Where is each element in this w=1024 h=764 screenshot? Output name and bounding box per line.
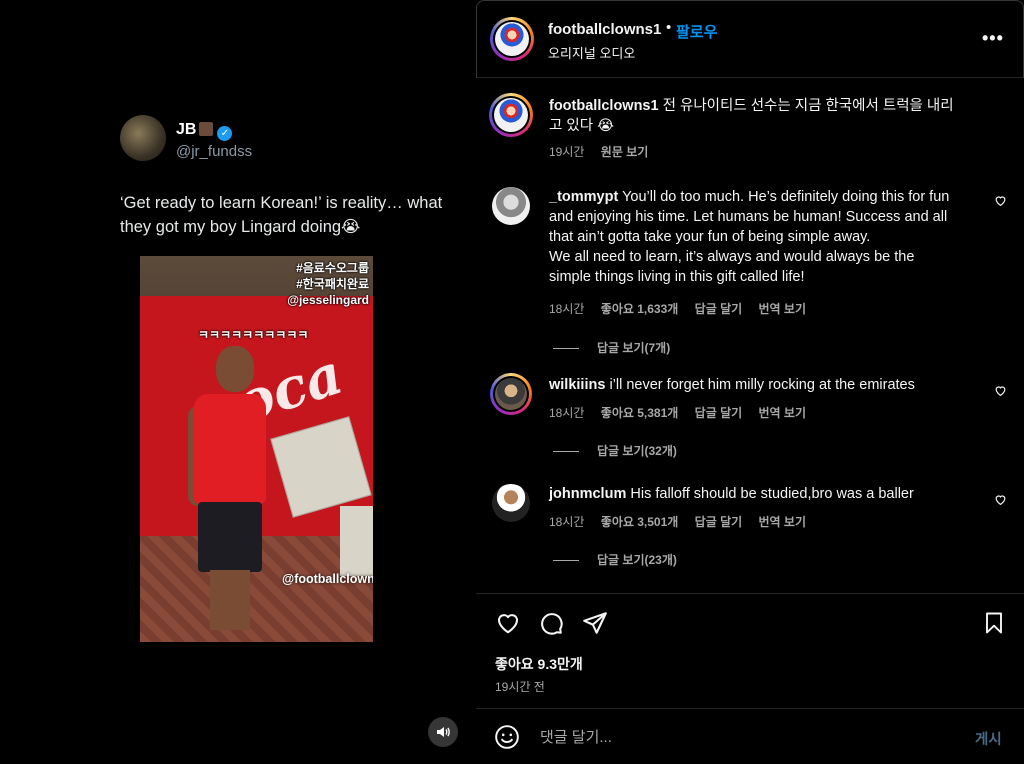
- likes-count[interactable]: 좋아요 9.3만개: [495, 654, 583, 674]
- comment-like-heart-icon[interactable]: [994, 493, 1007, 506]
- comment-avatar-ring[interactable]: [490, 373, 532, 415]
- speaker-icon: [437, 727, 450, 737]
- caption-body: footballclowns1 전 유나이티드 선수는 지금 한국에서 트럭을 …: [549, 96, 959, 136]
- video-watermark: @footballclowns1: [282, 572, 373, 586]
- separator-dot: •: [666, 19, 672, 36]
- comments-list[interactable]: footballclowns1 전 유나이티드 선수는 지금 한국에서 트럭을 …: [476, 79, 1024, 593]
- view-replies-label: 답글 보기(32개): [597, 444, 677, 458]
- author-avatar[interactable]: [490, 17, 534, 61]
- comment-username[interactable]: wilkiiins: [549, 377, 605, 393]
- video-tag: @jesselingard: [287, 293, 369, 307]
- comment-likes[interactable]: 좋아요 3,501개: [601, 515, 679, 529]
- caption-avatar[interactable]: [489, 93, 533, 137]
- comment-meta: 18시간 좋아요 1,633개 답글 달기 번역 보기: [549, 300, 819, 317]
- tweet-handle: @jr_fundss: [176, 143, 253, 160]
- reply-button[interactable]: 답글 달기: [695, 406, 743, 420]
- mute-button[interactable]: [428, 717, 458, 747]
- more-options-icon[interactable]: •••: [982, 28, 1004, 49]
- comment-avatar[interactable]: [492, 187, 530, 225]
- see-original-button[interactable]: 원문 보기: [601, 145, 649, 159]
- heart-icon[interactable]: [495, 610, 521, 636]
- comment-likes[interactable]: 좋아요 1,633개: [601, 302, 679, 316]
- flag-icon: [199, 122, 214, 136]
- post-comment-button[interactable]: 게시: [975, 728, 1002, 749]
- caption-time[interactable]: 19시간: [549, 145, 584, 159]
- translate-button[interactable]: 번역 보기: [759, 515, 807, 529]
- comment-like-heart-icon[interactable]: [994, 384, 1007, 397]
- post-header: footballclowns1 • 팔로우 오리지널 오디오 •••: [476, 0, 1024, 78]
- view-replies-button[interactable]: 답글 보기(23개): [553, 551, 677, 568]
- bookmark-icon[interactable]: [982, 610, 1006, 636]
- person-image: [188, 346, 278, 636]
- view-replies-button[interactable]: 답글 보기(7개): [553, 339, 670, 356]
- author-username[interactable]: footballclowns1: [548, 21, 661, 38]
- verified-badge-icon: ✓: [217, 126, 233, 141]
- comment-username[interactable]: _tommypt: [549, 189, 618, 205]
- comment-username[interactable]: johnmclum: [549, 486, 626, 502]
- box-image: [340, 506, 373, 576]
- post-time[interactable]: 19시간 전: [495, 678, 545, 695]
- tweet-avatar: [120, 115, 166, 161]
- comment-likes[interactable]: 좋아요 5,381개: [601, 406, 679, 420]
- comment-meta: 18시간 좋아요 3,501개 답글 달기 번역 보기: [549, 513, 819, 530]
- view-replies-label: 답글 보기(23개): [597, 553, 677, 567]
- reply-button[interactable]: 답글 달기: [695, 302, 743, 316]
- view-replies-label: 답글 보기(7개): [597, 341, 671, 355]
- comment-input[interactable]: [538, 723, 942, 751]
- comment-like-heart-icon[interactable]: [994, 194, 1007, 207]
- comment-time[interactable]: 18시간: [549, 515, 584, 529]
- comment-meta: 18시간 좋아요 5,381개 답글 달기 번역 보기: [549, 404, 819, 421]
- comment-text: i’ll never forget him milly rocking at t…: [609, 377, 915, 393]
- comment-avatar[interactable]: [492, 484, 530, 522]
- share-icon[interactable]: [582, 610, 608, 636]
- video-tag: #한국패치완료: [296, 277, 369, 291]
- video-tag: #음료수오그룹: [296, 261, 369, 275]
- comment-time[interactable]: 18시간: [549, 406, 584, 420]
- comment-body: _tommypt You’ll do too much. He’s defini…: [549, 187, 959, 287]
- translate-button[interactable]: 번역 보기: [759, 302, 807, 316]
- smiley-icon[interactable]: [494, 724, 520, 750]
- post-panel: footballclowns1 • 팔로우 오리지널 오디오 ••• footb…: [476, 0, 1024, 763]
- video-hashtags: #음료수오그룹 #한국패치완료 @jesselingard: [287, 260, 369, 308]
- tweet-author-name: JB: [176, 121, 197, 138]
- follow-button[interactable]: 팔로우: [676, 21, 717, 42]
- caption-meta: 19시간 원문 보기: [549, 143, 661, 160]
- view-replies-button[interactable]: 답글 보기(32개): [553, 442, 677, 459]
- audio-label[interactable]: 오리지널 오디오: [548, 43, 635, 62]
- comment-body: wilkiiins i’ll never forget him milly ro…: [549, 375, 959, 395]
- comment-icon[interactable]: [538, 610, 564, 636]
- action-bar: 좋아요 9.3만개 19시간 전: [476, 593, 1024, 709]
- reel-stage[interactable]: JB ✓ @jr_fundss ‘Get ready to learn Korea…: [0, 0, 476, 763]
- comment-body: johnmclum His falloff should be studied,…: [549, 484, 959, 504]
- translate-button[interactable]: 번역 보기: [759, 406, 807, 420]
- reply-button[interactable]: 답글 달기: [695, 515, 743, 529]
- video-frame[interactable]: oca #음료수오그룹 #한국패치완료 @jesselingard ㅋㅋㅋㅋㅋㅋ…: [140, 256, 373, 642]
- video-laugh-text: ㅋㅋㅋㅋㅋㅋㅋㅋㅋㅋ: [198, 328, 309, 342]
- comment-form: 게시: [476, 708, 1024, 764]
- comment-text: His falloff should be studied,bro was a …: [630, 486, 914, 502]
- comment-time[interactable]: 18시간: [549, 302, 584, 316]
- caption-username[interactable]: footballclowns1: [549, 98, 659, 114]
- tweet-text: ‘Get ready to learn Korean!’ is reality……: [120, 194, 443, 236]
- tweet-author: JB ✓: [176, 121, 233, 141]
